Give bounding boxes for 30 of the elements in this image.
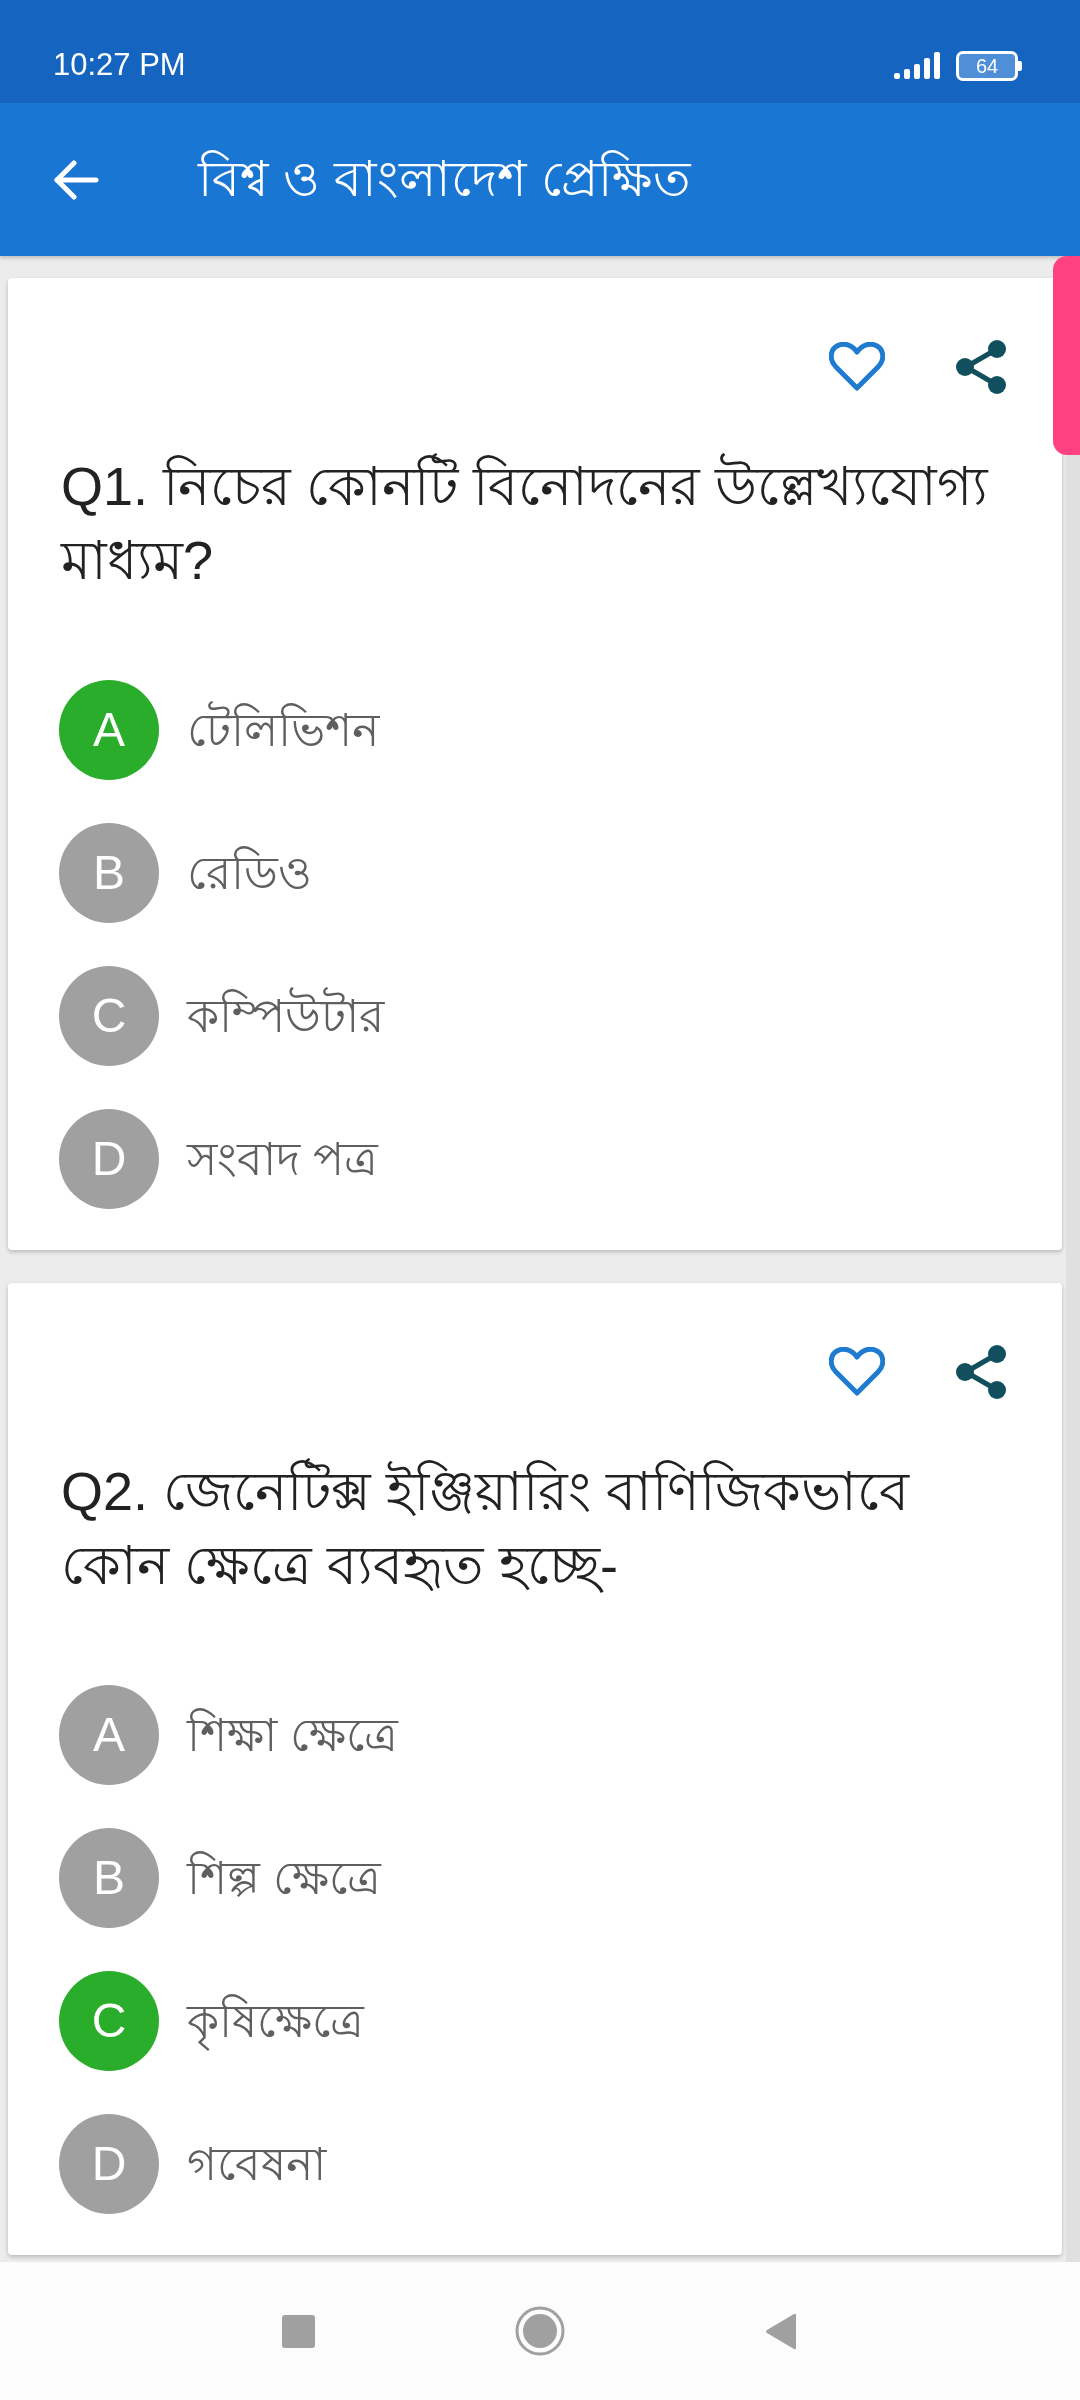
- answer-letter-badge: D: [59, 2114, 159, 2214]
- nav-triangle-icon[interactable]: [765, 2312, 798, 2350]
- answer-option-text: শিক্ষা ক্ষেত্রে: [187, 1707, 398, 1763]
- answer-letter-badge: C: [59, 966, 159, 1066]
- answer-letter-badge: A: [59, 680, 159, 780]
- answer-option-text: কম্পিউটার: [187, 986, 384, 1044]
- heart-icon[interactable]: [829, 342, 885, 392]
- answer-option-text: শিল্প ক্ষেত্রে: [187, 1850, 381, 1906]
- share-icon[interactable]: [955, 339, 1007, 395]
- answer-letter-badge: A: [59, 1685, 159, 1785]
- screen-title: বিশ্ব ও বাংলাদেশ প্রেক্ষিত: [198, 149, 691, 209]
- question-text: Q2. জেনেটিক্স ইঞ্জিয়ারিং বাণিজিকভাবে কোন ক্ষেত্রে ব্যবহৃত হচ্ছে-: [8, 1454, 1062, 1602]
- answer-option-text: রেডিও: [187, 845, 312, 901]
- share-icon[interactable]: [955, 1344, 1007, 1400]
- nav-square-icon[interactable]: [282, 2314, 315, 2348]
- answer-option-text: গবেষনা: [187, 2136, 326, 2192]
- battery-percent: 64: [975, 55, 999, 76]
- answer-option-text: টেলিভিশন: [187, 700, 379, 758]
- status-time: 10:27 PM: [53, 46, 186, 85]
- heart-icon[interactable]: [829, 1347, 885, 1397]
- answer-letter-badge: B: [59, 1828, 159, 1928]
- answer-letter-badge: C: [59, 1971, 159, 2071]
- question-text: Q1. নিচের কোনটি বিনোদনের উল্লেখ্যযোগ্য মাধ্যম?: [8, 449, 1062, 597]
- answer-letter-badge: D: [59, 1109, 159, 1209]
- answer-option-text: কৃষিক্ষেত্রে: [187, 1986, 364, 2056]
- nav-circle-icon[interactable]: [515, 2306, 565, 2356]
- scroll-thumb[interactable]: [1053, 256, 1080, 455]
- answer-letter-badge: B: [59, 823, 159, 923]
- signal-icon: [894, 52, 942, 79]
- answer-option-text: সংবাদ পত্র: [187, 1131, 378, 1187]
